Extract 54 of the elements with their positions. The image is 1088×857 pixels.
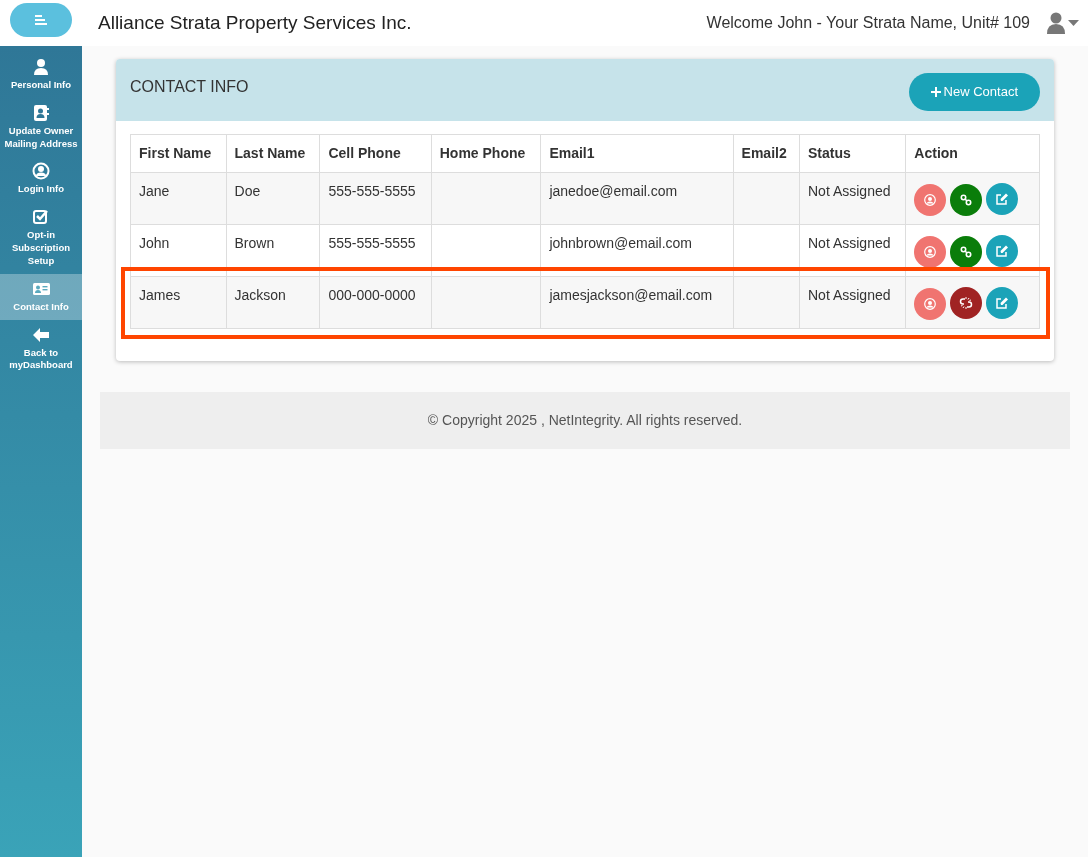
table-cell: jamesjackson@email.com <box>540 276 734 329</box>
welcome-text: Welcome John - Your Strata Name, Unit# 109 <box>706 13 1030 33</box>
table-cell: Not Assigned <box>799 172 906 225</box>
menu-button[interactable] <box>10 3 72 37</box>
menu-icon <box>35 15 47 25</box>
sidebar-item[interactable]: Login Info <box>0 156 82 203</box>
sidebar-item[interactable]: Personal Info <box>0 46 82 98</box>
column-header: First Name <box>130 134 226 173</box>
column-header: Email2 <box>733 134 800 173</box>
user-circle-icon <box>924 246 937 258</box>
copyright-text: © Copyright 2025 , NetIntegrity. All rights reserved. <box>427 411 743 430</box>
column-header: Cell Phone <box>319 134 432 173</box>
user-circle-icon <box>924 194 937 206</box>
table-cell: Doe <box>226 172 320 225</box>
edit-button[interactable] <box>986 183 1019 215</box>
user-button[interactable] <box>914 184 947 216</box>
app-title: Alliance Strata Property Services Inc. <box>98 10 412 35</box>
user-icon <box>1046 12 1080 34</box>
table-cell: Jackson <box>226 276 320 329</box>
column-header: Home Phone <box>431 134 541 173</box>
column-header: Last Name <box>226 134 320 173</box>
user-circle-icon <box>924 298 937 310</box>
table-cell: Not Assigned <box>799 276 906 329</box>
user-button[interactable] <box>914 236 947 268</box>
edit-icon <box>995 296 1010 310</box>
broken-link-icon <box>959 296 974 310</box>
edit-icon <box>995 192 1010 206</box>
user-menu[interactable] <box>1046 12 1080 34</box>
table-cell: 555-555-5555 <box>319 172 432 225</box>
sidebar-item[interactable]: Opt-in Subscription Setup <box>0 202 82 274</box>
sidebar-item[interactable]: Back to myDashboard <box>0 319 82 379</box>
link-button[interactable] <box>950 184 983 216</box>
link-button[interactable] <box>950 236 983 268</box>
table-cell: Jane <box>130 172 226 225</box>
link-icon <box>960 246 973 258</box>
checkbox-icon <box>32 208 50 227</box>
sidebar-item[interactable]: Update Owner Mailing Address <box>0 97 82 157</box>
unlink-button[interactable] <box>950 287 983 319</box>
new-contact-button[interactable]: New Contact <box>908 73 1040 111</box>
table-cell: 000-000-0000 <box>319 276 432 329</box>
sidebar-item[interactable]: Contact Info <box>0 273 82 320</box>
column-header: Email1 <box>540 134 734 173</box>
table-cell: janedoe@email.com <box>540 172 734 225</box>
person-icon <box>32 58 50 76</box>
column-header: Status <box>799 134 906 173</box>
edit-icon <box>995 244 1010 258</box>
address-book-icon <box>32 103 50 122</box>
edit-button[interactable] <box>986 235 1019 267</box>
column-header: Action <box>905 134 1040 173</box>
user-circle-icon <box>32 162 50 181</box>
card-title: CONTACT INFO <box>130 77 249 97</box>
plus-icon <box>930 87 941 97</box>
link-icon <box>960 194 973 206</box>
table-cell: James <box>130 276 226 329</box>
